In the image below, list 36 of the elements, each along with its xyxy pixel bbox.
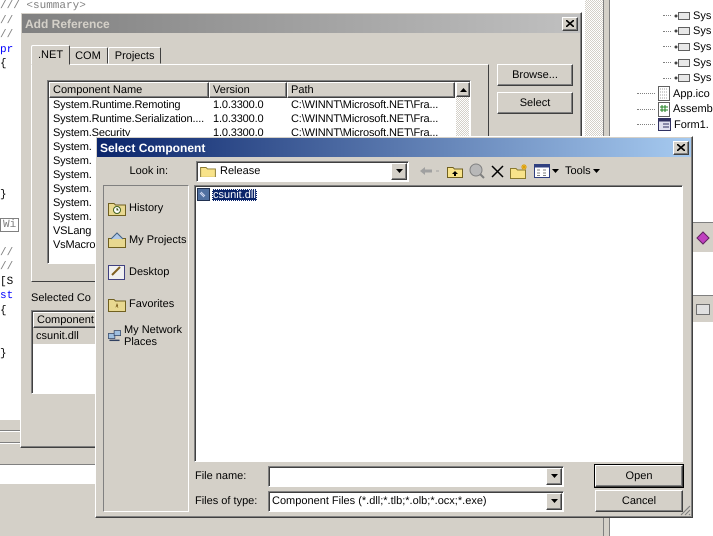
table-cell-text: 1.0.3300.0: [212, 126, 264, 140]
code-text: //: [0, 14, 14, 26]
table-cell-text: C:\WINNT\Microsoft.NET\Fra...: [290, 98, 438, 112]
table-cell-text: VSLang: [52, 224, 92, 238]
table-cell-text: System.: [52, 210, 92, 224]
window-title: Add Reference: [25, 16, 110, 30]
code-text: //: [0, 246, 14, 258]
code-text: /// <summary>: [0, 0, 86, 12]
code-text: [S: [0, 276, 14, 288]
table-cell-text: System.: [52, 140, 92, 154]
field-label: Look in:: [128, 165, 169, 177]
table-cell-text: System.Runtime.Serialization....: [52, 112, 204, 126]
window-title: Select Component: [100, 140, 206, 154]
table-cell-text: System.: [52, 154, 92, 168]
table-cell-text: System.Security: [52, 126, 130, 140]
field-label: File name:: [194, 470, 248, 482]
field-label: Selected Co: [31, 292, 91, 306]
table-cell-text: 1.0.3300.0: [212, 98, 264, 112]
code-text: pr: [0, 44, 14, 56]
table-cell-text: C:\WINNT\Microsoft.NET\Fra...: [290, 112, 438, 126]
table-cell-text: System.Runtime.Remoting: [52, 98, 180, 112]
table-cell-text: C:\WINNT\Microsoft.NET\Fra...: [290, 126, 438, 140]
code-text: }: [0, 188, 7, 200]
table-cell-text: VsMacro: [52, 238, 96, 252]
code-text: //: [0, 29, 14, 41]
code-text: //: [0, 261, 14, 273]
table-cell-text: System.: [52, 168, 92, 182]
table-cell-text: System.: [52, 196, 92, 210]
tab-label: Wi: [0, 218, 20, 232]
table-cell-text: 1.0.3300.0: [212, 112, 264, 126]
code-text: st: [0, 290, 14, 302]
code-text: {: [0, 58, 7, 70]
field-label: Files of type:: [194, 495, 258, 507]
table-cell-text: System.: [52, 182, 92, 196]
code-text: }: [0, 348, 7, 360]
code-text: {: [0, 304, 7, 316]
